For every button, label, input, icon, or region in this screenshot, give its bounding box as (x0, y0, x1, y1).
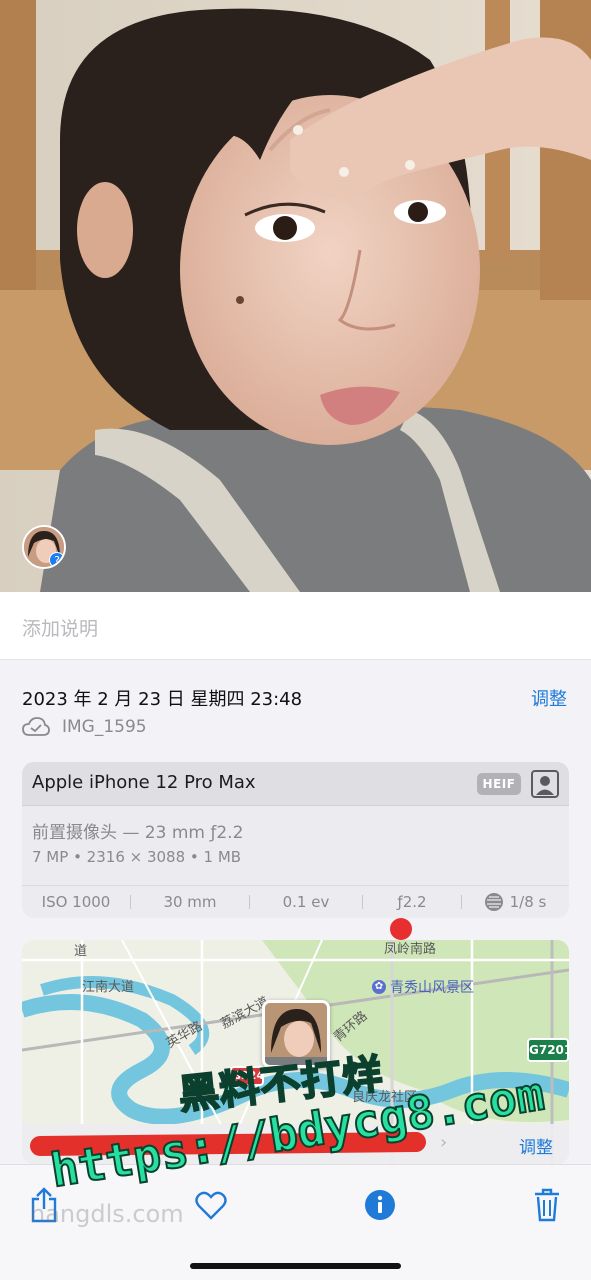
camera-info-card: Apple iPhone 12 Pro Max HEIF 前置摄像头 — 23 … (22, 762, 569, 918)
people-avatar[interactable]: ? (22, 525, 66, 569)
photo-datetime: 2023 年 2 月 23 日 星期四 23:48 (22, 689, 303, 710)
heart-icon (195, 1191, 227, 1220)
info-icon (365, 1190, 395, 1220)
info-button[interactable] (360, 1185, 400, 1225)
exif-aperture: ƒ2.2 (397, 893, 427, 911)
favorite-button[interactable] (191, 1185, 231, 1225)
unknown-person-badge: ? (49, 552, 64, 567)
red-marker-dot (390, 918, 412, 940)
adjust-location-button[interactable]: 调整 (519, 1133, 553, 1158)
map-label-fenglingnan: 凤岭南路 (384, 942, 437, 957)
home-indicator (190, 1263, 401, 1269)
file-row: IMG_1595 (22, 715, 147, 739)
delete-button[interactable] (527, 1185, 567, 1225)
poi-icon: ✿ (372, 980, 386, 994)
camera-model: Apple iPhone 12 Pro Max (32, 772, 256, 793)
selfie-photo (0, 0, 591, 592)
adjust-datetime-button[interactable]: 调整 (531, 685, 567, 711)
exif-shutter: 1/8 s (462, 886, 568, 918)
trash-icon (535, 1188, 559, 1222)
exif-row: ISO 1000 30 mm 0.1 ev ƒ2.2 1/8 s (22, 885, 569, 918)
lens-info: 前置摄像头 — 23 mm ƒ2.2 (32, 823, 244, 843)
camera-card-header: Apple iPhone 12 Pro Max HEIF (22, 762, 569, 806)
highway-shield-g7201: G7201 (527, 1038, 569, 1062)
shutter-icon (484, 893, 503, 911)
portrait-icon (531, 770, 559, 798)
faint-watermark: hangdls.com (30, 1200, 184, 1228)
icloud-check-icon (22, 717, 50, 736)
caption-placeholder[interactable]: 添加说明 (22, 614, 98, 641)
exif-iso: ISO 1000 (41, 893, 111, 911)
image-specs: 7 MP • 2316 × 3088 • 1 MB (32, 848, 242, 866)
exif-focal: 30 mm (163, 893, 217, 911)
map-poi-label: 青秀山风景区 (390, 980, 474, 996)
caption-area[interactable]: 添加说明 (0, 592, 591, 660)
map-poi[interactable]: ✿ 青秀山风景区 (372, 977, 474, 997)
map-label-jiangnan: 江南大道 (82, 980, 135, 995)
file-name: IMG_1595 (62, 717, 147, 737)
exif-shutter-value: 1/8 s (509, 893, 547, 911)
map-label-road-left: 道 (74, 944, 88, 959)
exif-ev: 0.1 ev (282, 893, 330, 911)
photo-view[interactable]: ? (0, 0, 591, 592)
format-badge: HEIF (477, 773, 521, 795)
